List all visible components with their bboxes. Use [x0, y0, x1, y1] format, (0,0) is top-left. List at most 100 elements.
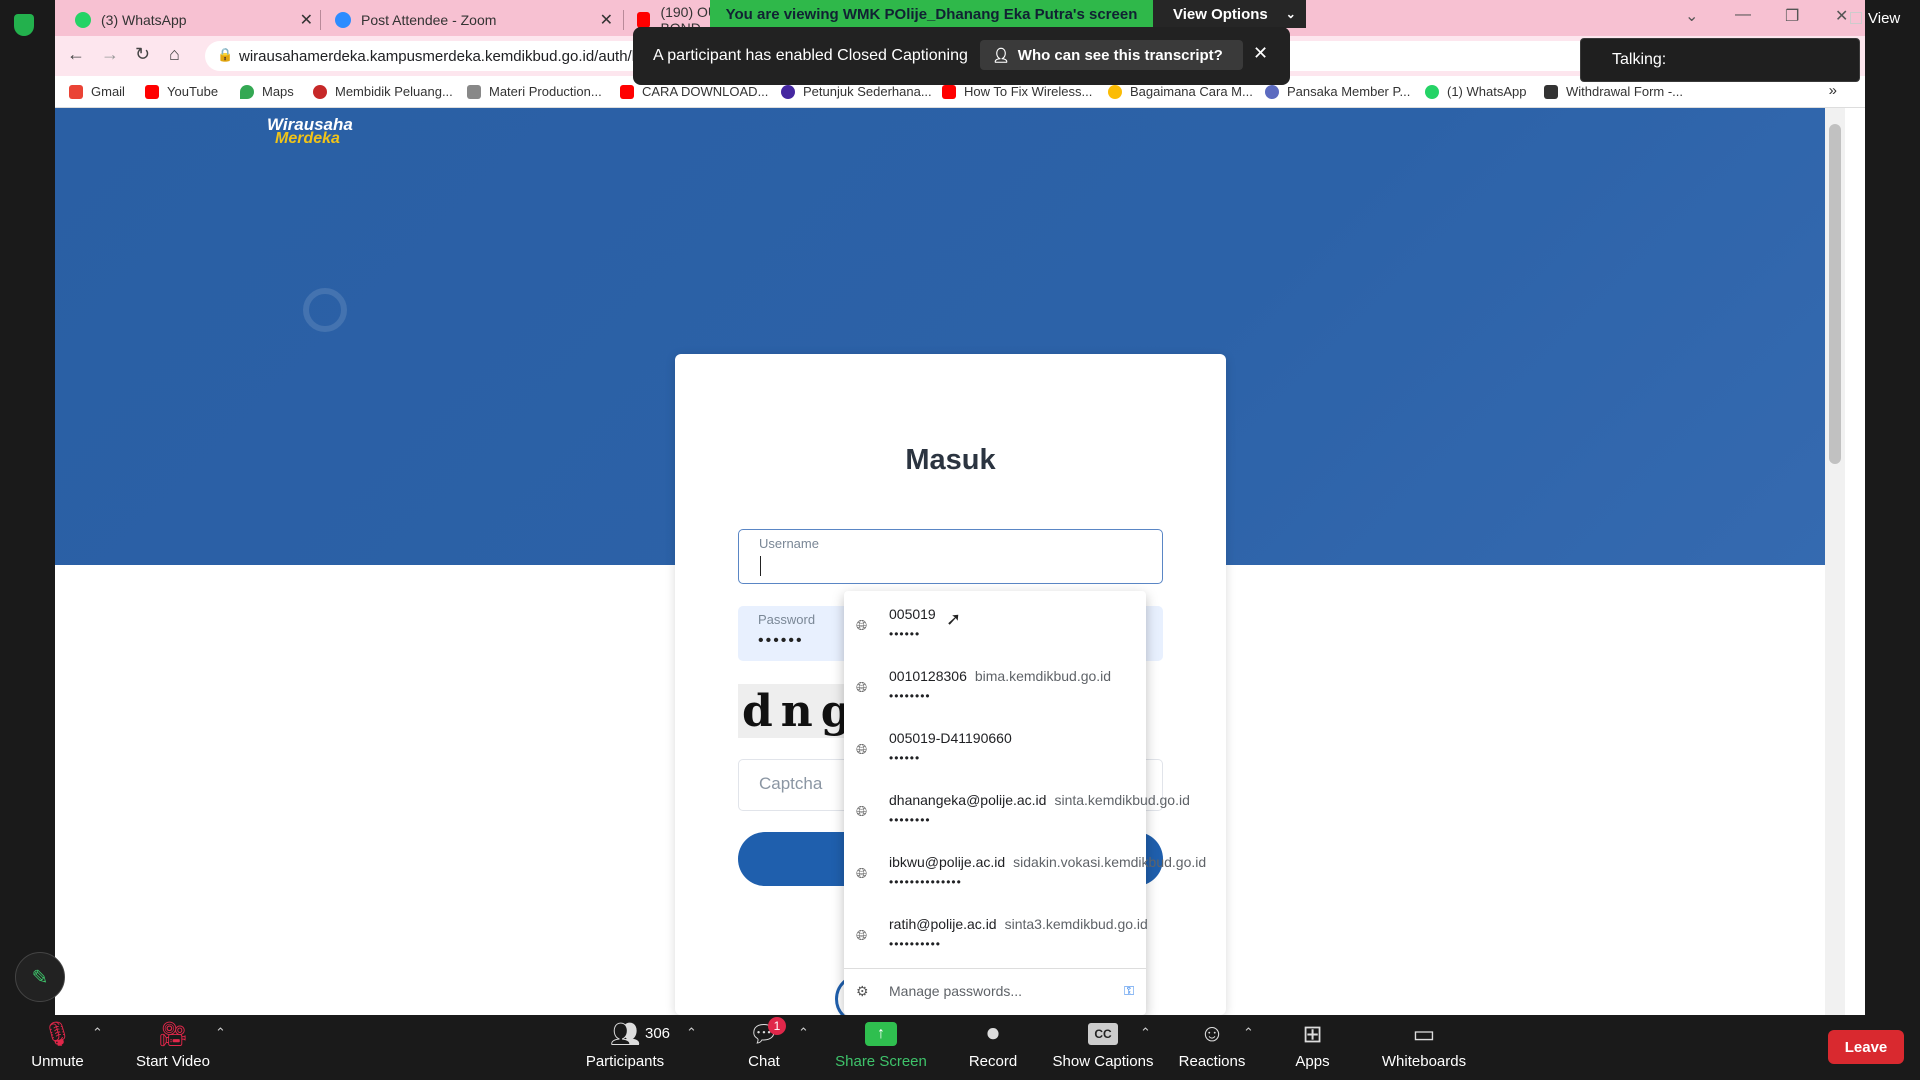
- annotate-pencil-icon[interactable]: ✎: [15, 952, 65, 1002]
- view-options-button[interactable]: View Options ⌄: [1153, 0, 1306, 28]
- key-icon: ⚿: [1124, 983, 1134, 998]
- unmute-label: Unmute: [31, 1053, 84, 1070]
- saved-password-item[interactable]: 🌐︎ ibkwu@polije.ac.id sidakin.vokasi.kemd…: [844, 839, 1206, 901]
- home-icon[interactable]: ⌂: [169, 44, 180, 65]
- start-video-button[interactable]: 🎥︎ Start Video: [130, 1015, 216, 1080]
- shared-browser-window: (3) WhatsApp ✕ Post Attendee - Zoom ✕ (1…: [55, 0, 1865, 1015]
- audio-options-caret-icon[interactable]: ⌃: [92, 1025, 103, 1041]
- saved-username: 005019: [889, 606, 944, 622]
- bookmark-label: Bagaimana Cara M...: [1130, 84, 1253, 99]
- tab-search-chevron-icon[interactable]: ⌄: [1685, 6, 1698, 26]
- captions-caret-icon[interactable]: ⌃: [1140, 1025, 1151, 1041]
- url-text: wirausahamerdeka.kampusmerdeka.kemdikbud…: [239, 48, 656, 65]
- saved-password-dots: ••••••: [889, 627, 921, 641]
- leave-button[interactable]: Leave: [1828, 1030, 1904, 1064]
- saved-password-dots: ••••••••: [889, 689, 931, 703]
- bookmark-maps[interactable]: Maps: [240, 84, 294, 99]
- reactions-caret-icon[interactable]: ⌃: [1243, 1025, 1254, 1041]
- bookmark-materi[interactable]: Materi Production...: [467, 84, 602, 99]
- bookmark-label: Petunjuk Sederhana...: [803, 84, 932, 99]
- site-logo[interactable]: Wirausaha Merdeka: [267, 116, 353, 147]
- video-options-caret-icon[interactable]: ⌃: [215, 1025, 226, 1041]
- close-icon[interactable]: ✕: [1253, 43, 1268, 64]
- record-button[interactable]: ⏺︎ Record: [966, 1015, 1020, 1080]
- record-icon: ⏺︎: [987, 1020, 999, 1047]
- bookmark-membidik[interactable]: Membidik Peluang...: [313, 84, 453, 99]
- chat-label: Chat: [748, 1053, 780, 1070]
- view-button[interactable]: View: [1850, 10, 1900, 27]
- forward-arrow-icon[interactable]: →: [101, 44, 119, 65]
- bookmark-how-to-fix[interactable]: How To Fix Wireless...: [942, 84, 1092, 99]
- bookmark-label: Withdrawal Form -...: [1566, 84, 1684, 99]
- bookmark-gmail[interactable]: Gmail: [69, 84, 125, 99]
- close-tab-icon[interactable]: ✕: [600, 10, 613, 30]
- chat-unread-badge: 1: [768, 1017, 786, 1035]
- bookmark-youtube[interactable]: YouTube: [145, 84, 218, 99]
- saved-passwords-dropdown: 🌐︎ 005019 •••••• 🌐︎ 0010128306 bima.kemdi…: [844, 591, 1206, 1015]
- saved-username-text: dhanangeka@polije.ac.id: [889, 792, 1047, 808]
- reload-icon[interactable]: ↻: [135, 44, 150, 65]
- saved-password-dots: ••••••••: [889, 813, 931, 827]
- apps-button[interactable]: ⊞ Apps: [1290, 1015, 1335, 1080]
- password-value: ••••••: [758, 632, 804, 649]
- site-icon: [781, 84, 795, 99]
- globe-icon: 🌐︎: [856, 617, 868, 633]
- participants-caret-icon[interactable]: ⌃: [686, 1025, 697, 1041]
- minimize-icon[interactable]: —: [1735, 6, 1751, 24]
- saved-username-text: ratih@polije.ac.id: [889, 916, 997, 932]
- bookmark-label: Pansaka Member P...: [1287, 84, 1411, 99]
- more-bookmarks-icon[interactable]: »: [1829, 82, 1837, 99]
- page-scrollbar[interactable]: [1825, 108, 1845, 1015]
- bookmark-cara-download[interactable]: CARA DOWNLOAD...: [620, 84, 768, 99]
- bookmark-withdrawal[interactable]: Withdrawal Form -...: [1544, 84, 1683, 99]
- whiteboards-button[interactable]: ▭ Whiteboards: [1378, 1015, 1470, 1080]
- captcha-placeholder: Captcha: [759, 774, 823, 793]
- share-screen-button[interactable]: ↑ Share Screen: [834, 1015, 928, 1080]
- saved-password-dots: ••••••••••: [889, 937, 942, 951]
- security-shield-icon[interactable]: [14, 14, 34, 36]
- saved-site: sidakin.vokasi.kemdikbud.go.id: [1013, 854, 1207, 870]
- bookmark-petunjuk[interactable]: Petunjuk Sederhana...: [781, 84, 932, 99]
- saved-password-item[interactable]: 🌐︎ 005019 ••••••: [844, 591, 1146, 653]
- unmute-button[interactable]: 🎙︎ Unmute: [25, 1015, 90, 1080]
- saved-password-item[interactable]: 🌐︎ 005019-D41190660 ••••••: [844, 715, 1146, 777]
- site-icon: [313, 84, 327, 99]
- saved-password-item[interactable]: 🌐︎ dhanangeka@polije.ac.id sinta.kemdikbu…: [844, 777, 1190, 839]
- view-label: View: [1868, 10, 1901, 27]
- logo-text-line2: Merdeka: [275, 130, 340, 147]
- chat-caret-icon[interactable]: ⌃: [798, 1025, 809, 1041]
- tab-title: Post Attendee - Zoom: [361, 12, 497, 28]
- browser-tab-zoom[interactable]: Post Attendee - Zoom ✕: [323, 4, 623, 36]
- bookmark-bagaimana[interactable]: Bagaimana Cara M...: [1108, 84, 1253, 99]
- bookmark-whatsapp[interactable]: (1) WhatsApp: [1425, 84, 1526, 99]
- close-window-icon[interactable]: ✕: [1835, 6, 1848, 26]
- scrollbar-thumb[interactable]: [1829, 124, 1841, 464]
- lock-icon[interactable]: 🔒: [217, 47, 233, 63]
- youtube-icon: [620, 84, 634, 99]
- back-arrow-icon[interactable]: ←: [67, 44, 85, 65]
- saved-site: bima.kemdikbud.go.id: [974, 668, 1112, 684]
- reactions-button[interactable]: ☺︎ Reactions: [1176, 1015, 1248, 1080]
- talking-indicator: Talking:: [1580, 38, 1860, 82]
- close-tab-icon[interactable]: ✕: [300, 10, 313, 30]
- person-icon: 👤︎: [992, 46, 1010, 63]
- cc-message: A participant has enabled Closed Caption…: [653, 47, 968, 64]
- saved-username: dhanangeka@polije.ac.id sinta.kemdikbud.g…: [889, 792, 1190, 808]
- video-off-icon: 🎥︎: [157, 1020, 189, 1048]
- loading-spinner-icon: [303, 288, 347, 332]
- who-can-see-transcript-button[interactable]: 👤︎ Who can see this transcript?: [980, 40, 1243, 70]
- username-field[interactable]: Username: [738, 529, 1163, 584]
- smiley-plus-icon: ☺︎: [1199, 1020, 1225, 1047]
- restore-icon[interactable]: ❐: [1785, 6, 1799, 26]
- saved-password-item[interactable]: 🌐︎ ratih@polije.ac.id sinta3.kemdikbud.go…: [844, 901, 1148, 963]
- saved-username-text: 0010128306: [889, 668, 967, 684]
- browser-tab-whatsapp[interactable]: (3) WhatsApp ✕: [63, 4, 323, 36]
- saved-password-item[interactable]: 🌐︎ 0010128306 bima.kemdikbud.go.id ••••••…: [844, 653, 1146, 715]
- bookmark-pansaka[interactable]: Pansaka Member P...: [1265, 84, 1410, 99]
- page-title: Masuk: [905, 444, 996, 476]
- youtube-icon: [637, 12, 651, 28]
- manage-passwords-item[interactable]: ⚙ Manage passwords... ⚿: [844, 969, 1146, 1015]
- text-caret: [760, 556, 761, 576]
- record-label: Record: [968, 1053, 1018, 1070]
- saved-site: sinta3.kemdikbud.go.id: [1004, 916, 1148, 932]
